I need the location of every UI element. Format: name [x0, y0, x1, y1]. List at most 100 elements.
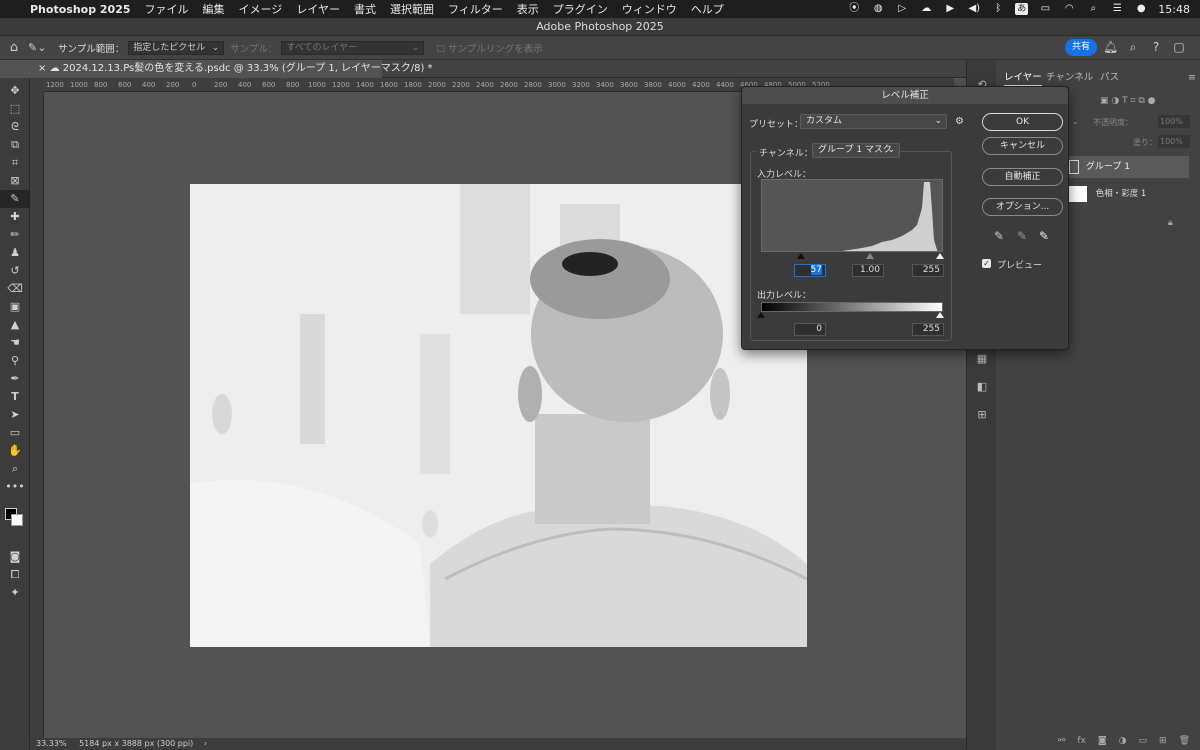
bluetooth-icon[interactable]: ᛒ: [991, 3, 1005, 15]
pen-tool-icon[interactable]: ✒: [0, 370, 30, 388]
ruler-origin[interactable]: [30, 78, 44, 92]
sample-select[interactable]: すべてのレイヤー ⌄: [281, 40, 425, 55]
search-icon[interactable]: ⌕: [1086, 3, 1100, 15]
generative-icon[interactable]: ✦: [0, 584, 30, 602]
trash-icon[interactable]: 🗑︎: [1179, 736, 1190, 748]
control-center-icon[interactable]: ☰: [1110, 3, 1124, 15]
eraser-tool-icon[interactable]: ⌫: [0, 280, 30, 298]
marquee-tool-icon[interactable]: ⬚: [0, 100, 30, 118]
output-black-slider[interactable]: [757, 312, 765, 318]
menu-window[interactable]: ウィンドウ: [622, 1, 677, 17]
black-eyedropper-icon[interactable]: ✎: [992, 229, 1006, 243]
siri-icon[interactable]: ●: [1134, 3, 1148, 15]
play-icon[interactable]: ▷: [895, 3, 909, 15]
layer-filter-icons[interactable]: ▣ ◑ T ⌗ ⧉ ●: [1100, 96, 1196, 108]
preview-checkbox[interactable]: ✓: [982, 259, 991, 268]
crop-tool-icon[interactable]: ⌗: [0, 154, 30, 172]
layer-row-group1[interactable]: グループ 1: [1066, 156, 1189, 178]
gradient-tool-icon[interactable]: ▣: [0, 298, 30, 316]
tab-paths[interactable]: パス: [1100, 70, 1119, 86]
options-button[interactable]: オプション...: [982, 198, 1063, 216]
cloud-icon[interactable]: ☁: [919, 3, 933, 15]
hand-tool-icon[interactable]: ✋: [0, 442, 30, 460]
gradients-icon[interactable]: ◧: [973, 378, 991, 396]
brush-tool-icon[interactable]: ✏: [0, 226, 30, 244]
bell-icon[interactable]: 🔔︎: [1103, 40, 1118, 54]
menu-edit[interactable]: 編集: [203, 1, 225, 17]
quick-mask-icon[interactable]: ◙: [0, 548, 30, 566]
volume-icon[interactable]: ◀): [967, 3, 981, 15]
stamp-tool-icon[interactable]: ♟: [0, 244, 30, 262]
more-tools-icon[interactable]: •••: [0, 478, 30, 496]
screen-mode-icon[interactable]: ⧠: [0, 566, 30, 584]
path-select-tool-icon[interactable]: ➤: [0, 406, 30, 424]
document-image[interactable]: [190, 184, 807, 647]
sample-range-select[interactable]: 指定したピクセル ⌄: [128, 40, 225, 55]
input-method-indicator[interactable]: あ: [1015, 3, 1029, 15]
panel-menu-icon[interactable]: ≡: [1188, 70, 1196, 86]
help-icon[interactable]: ?: [1149, 40, 1163, 54]
frame-tool-icon[interactable]: ⊠: [0, 172, 30, 190]
layer-row-hue-saturation[interactable]: 色相・彩度 1: [1066, 184, 1189, 204]
blur-tool-icon[interactable]: ▲: [0, 316, 30, 334]
preset-gear-icon[interactable]: ⚙: [955, 116, 964, 127]
new-layer-icon[interactable]: ⊞: [1159, 736, 1167, 748]
tab-layers[interactable]: レイヤー: [1004, 70, 1042, 86]
new-group-icon[interactable]: ▭: [1139, 736, 1148, 748]
blend-mode-chevron-icon[interactable]: ⌄: [1072, 117, 1079, 126]
object-select-tool-icon[interactable]: ⧉: [0, 136, 30, 154]
white-eyedropper-icon[interactable]: ✎: [1037, 229, 1051, 243]
history-brush-icon[interactable]: ↺: [0, 262, 30, 280]
home-icon[interactable]: ⌂: [0, 40, 28, 55]
smudge-tool-icon[interactable]: ☚: [0, 334, 30, 352]
battery-icon[interactable]: ▭: [1038, 3, 1052, 15]
globe-icon[interactable]: ◍: [871, 3, 885, 15]
eyedropper-tool-icon[interactable]: ✎: [0, 190, 30, 208]
wifi-icon[interactable]: ◠: [1062, 3, 1076, 15]
preset-select[interactable]: カスタム ⌄: [800, 114, 947, 129]
input-gamma-slider[interactable]: [866, 253, 874, 259]
type-tool-icon[interactable]: T: [0, 388, 30, 406]
creative-cloud-icon[interactable]: ⦿: [847, 3, 861, 15]
menu-layer[interactable]: レイヤー: [296, 1, 340, 17]
cancel-button[interactable]: キャンセル: [982, 137, 1063, 155]
healing-brush-icon[interactable]: ✚: [0, 208, 30, 226]
sampling-ring-checkbox[interactable]: ☐ サンプルリングを表示: [436, 41, 542, 55]
output-black-field[interactable]: 0: [794, 323, 826, 336]
ok-button[interactable]: OK: [982, 113, 1063, 131]
input-white-slider[interactable]: [936, 253, 944, 259]
close-tab-icon[interactable]: ×: [38, 63, 46, 74]
input-black-slider[interactable]: [797, 253, 805, 259]
rectangle-tool-icon[interactable]: ▭: [0, 424, 30, 442]
fx-icon[interactable]: fx: [1077, 736, 1086, 748]
workspace-icon[interactable]: ▢: [1172, 40, 1186, 54]
share-button[interactable]: 共有: [1065, 39, 1097, 56]
gray-eyedropper-icon[interactable]: ✎: [1015, 229, 1029, 243]
vertical-ruler[interactable]: [30, 92, 44, 738]
menu-type[interactable]: 書式: [354, 1, 376, 17]
output-white-slider[interactable]: [936, 312, 944, 318]
menu-plugins[interactable]: プラグイン: [553, 1, 608, 17]
menu-filter[interactable]: フィルター: [448, 1, 503, 17]
move-tool-icon[interactable]: ✥: [0, 82, 30, 100]
input-gamma-field[interactable]: 1.00: [852, 264, 884, 277]
lasso-tool-icon[interactable]: ᘓ: [0, 118, 30, 136]
add-mask-icon[interactable]: ◙: [1098, 736, 1107, 748]
libraries-icon[interactable]: ▦: [973, 350, 991, 368]
zoom-level[interactable]: 33.33%: [36, 739, 67, 748]
eyedropper-tool-icon[interactable]: ✎⌄: [28, 41, 58, 54]
color-swatches-icon[interactable]: [0, 506, 30, 526]
fill-field[interactable]: 100%: [1158, 135, 1190, 148]
status-menu-arrow[interactable]: ›: [204, 739, 207, 748]
media-play-icon[interactable]: ▶: [943, 3, 957, 15]
link-layers-icon[interactable]: ⚯: [1058, 736, 1066, 748]
zoom-tool-icon[interactable]: ⌕: [0, 460, 30, 478]
menu-app-name[interactable]: Photoshop 2025: [30, 3, 131, 16]
menu-select[interactable]: 選択範囲: [390, 1, 434, 17]
tab-channels[interactable]: チャンネル: [1046, 70, 1093, 86]
patterns-icon[interactable]: ⊞: [973, 406, 991, 424]
output-white-field[interactable]: 255: [912, 323, 944, 336]
document-tab[interactable]: × ☁ 2024.12.13.Ps髪の色を変える.psdc @ 33.3% (グ…: [30, 60, 433, 78]
auto-button[interactable]: 自動補正: [982, 168, 1063, 186]
opacity-field[interactable]: 100%: [1158, 115, 1190, 128]
